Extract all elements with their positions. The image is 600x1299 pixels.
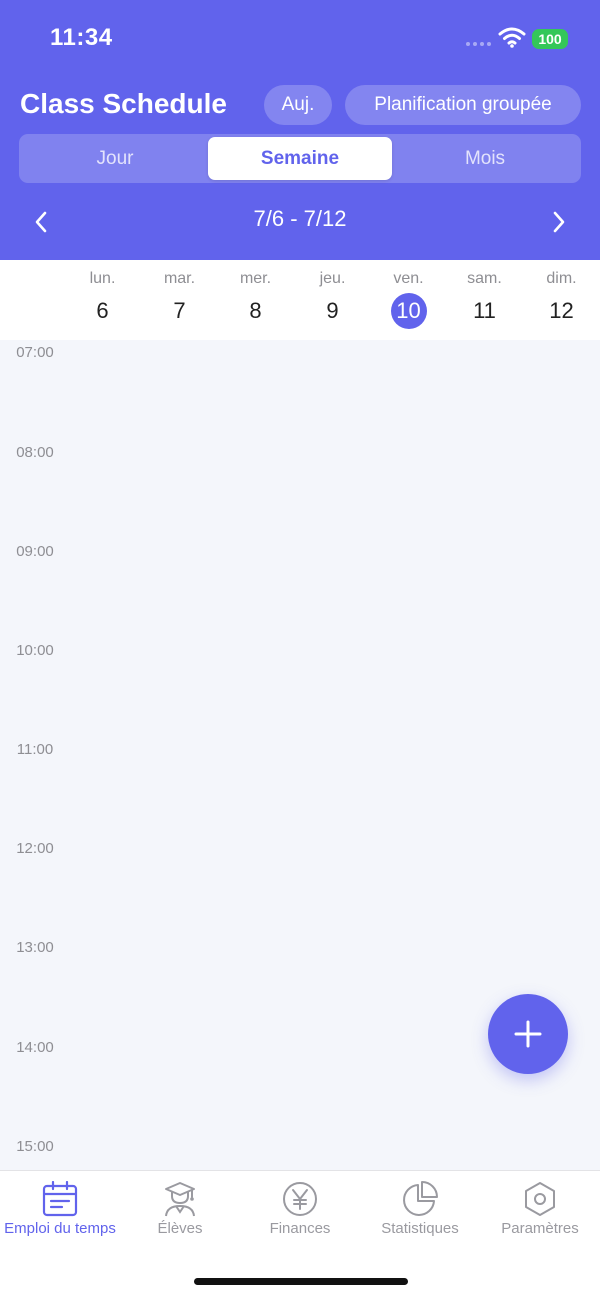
plus-icon: [514, 1020, 542, 1048]
hour-label: 07:00: [16, 344, 54, 361]
day-number: 8: [249, 298, 262, 323]
day-name: mer.: [239, 270, 272, 287]
weekday-header: lun. 6 mar. 7 mer. 8 jeu. 9 ven. 10 sam.…: [0, 260, 600, 340]
day-name: lun.: [89, 270, 116, 287]
day-column-sun[interactable]: dim. 12: [523, 260, 600, 340]
student-icon: [165, 1182, 195, 1217]
today-button[interactable]: Auj.: [264, 85, 332, 125]
view-switcher: Jour Semaine Mois: [19, 134, 581, 183]
status-time: 11:34: [50, 24, 113, 51]
day-name: jeu.: [319, 270, 346, 287]
day-column-wed[interactable]: mer. 8: [217, 260, 294, 340]
tab-settings[interactable]: Paramètres: [480, 1171, 600, 1251]
tab-statistics[interactable]: Statistiques: [360, 1171, 480, 1251]
add-button[interactable]: [488, 994, 568, 1074]
cellular-signal-icon: [466, 42, 491, 46]
home-indicator[interactable]: [194, 1278, 408, 1285]
day-column-mon[interactable]: lun. 6: [64, 260, 141, 340]
hour-label: 08:00: [16, 444, 54, 461]
hour-label: 13:00: [16, 939, 54, 956]
tab-label: Élèves: [157, 1220, 203, 1237]
status-bar: 11:34 100: [0, 0, 600, 76]
tab-label: Statistiques: [381, 1220, 459, 1237]
date-range: 7/6 - 7/12: [253, 206, 347, 231]
pie-chart-icon: [403, 1181, 438, 1216]
day-number: 7: [173, 298, 186, 323]
day-name: dim.: [546, 270, 577, 287]
tab-students[interactable]: Élèves: [120, 1171, 240, 1251]
tab-day[interactable]: Jour: [22, 137, 208, 180]
tab-schedule[interactable]: Emploi du temps: [0, 1171, 120, 1251]
day-number-today: 10: [390, 293, 427, 329]
day-column-tue[interactable]: mar. 7: [141, 260, 218, 340]
tab-finances[interactable]: Finances: [240, 1171, 360, 1251]
hour-label: 11:00: [16, 741, 54, 758]
group-planning-button[interactable]: Planification groupée: [345, 85, 581, 125]
hour-label: 14:00: [16, 1039, 54, 1056]
calendar-icon: [42, 1181, 78, 1217]
day-column-sat[interactable]: sam. 11: [446, 260, 523, 340]
tab-week[interactable]: Semaine: [208, 137, 392, 180]
hour-label: 09:00: [16, 543, 54, 560]
day-name: sam.: [467, 270, 502, 287]
chevron-right-icon[interactable]: [544, 205, 574, 239]
day-column-thu[interactable]: jeu. 9: [294, 260, 371, 340]
header: 11:34 100 Class Schedule Auj. Planificat…: [0, 0, 600, 260]
hour-label: 12:00: [16, 840, 54, 857]
yen-icon: [283, 1182, 317, 1216]
day-number: 12: [549, 298, 574, 323]
tab-label: Emploi du temps: [4, 1220, 116, 1237]
day-number: 6: [96, 298, 109, 323]
day-number: 9: [326, 298, 339, 323]
day-number: 11: [473, 298, 496, 323]
day-name: ven.: [393, 270, 424, 287]
hour-label: 15:00: [16, 1138, 54, 1155]
day-name: mar.: [163, 270, 196, 287]
hexagon-settings-icon: [525, 1182, 555, 1216]
wifi-icon: [498, 27, 526, 48]
hour-label: 10:00: [16, 642, 54, 659]
tab-label: Paramètres: [501, 1220, 579, 1237]
page-title: Class Schedule: [20, 88, 227, 119]
day-column-fri[interactable]: ven. 10: [370, 260, 447, 340]
tab-label: Finances: [269, 1220, 331, 1237]
battery-indicator: 100: [532, 29, 568, 49]
tab-month[interactable]: Mois: [392, 137, 578, 180]
